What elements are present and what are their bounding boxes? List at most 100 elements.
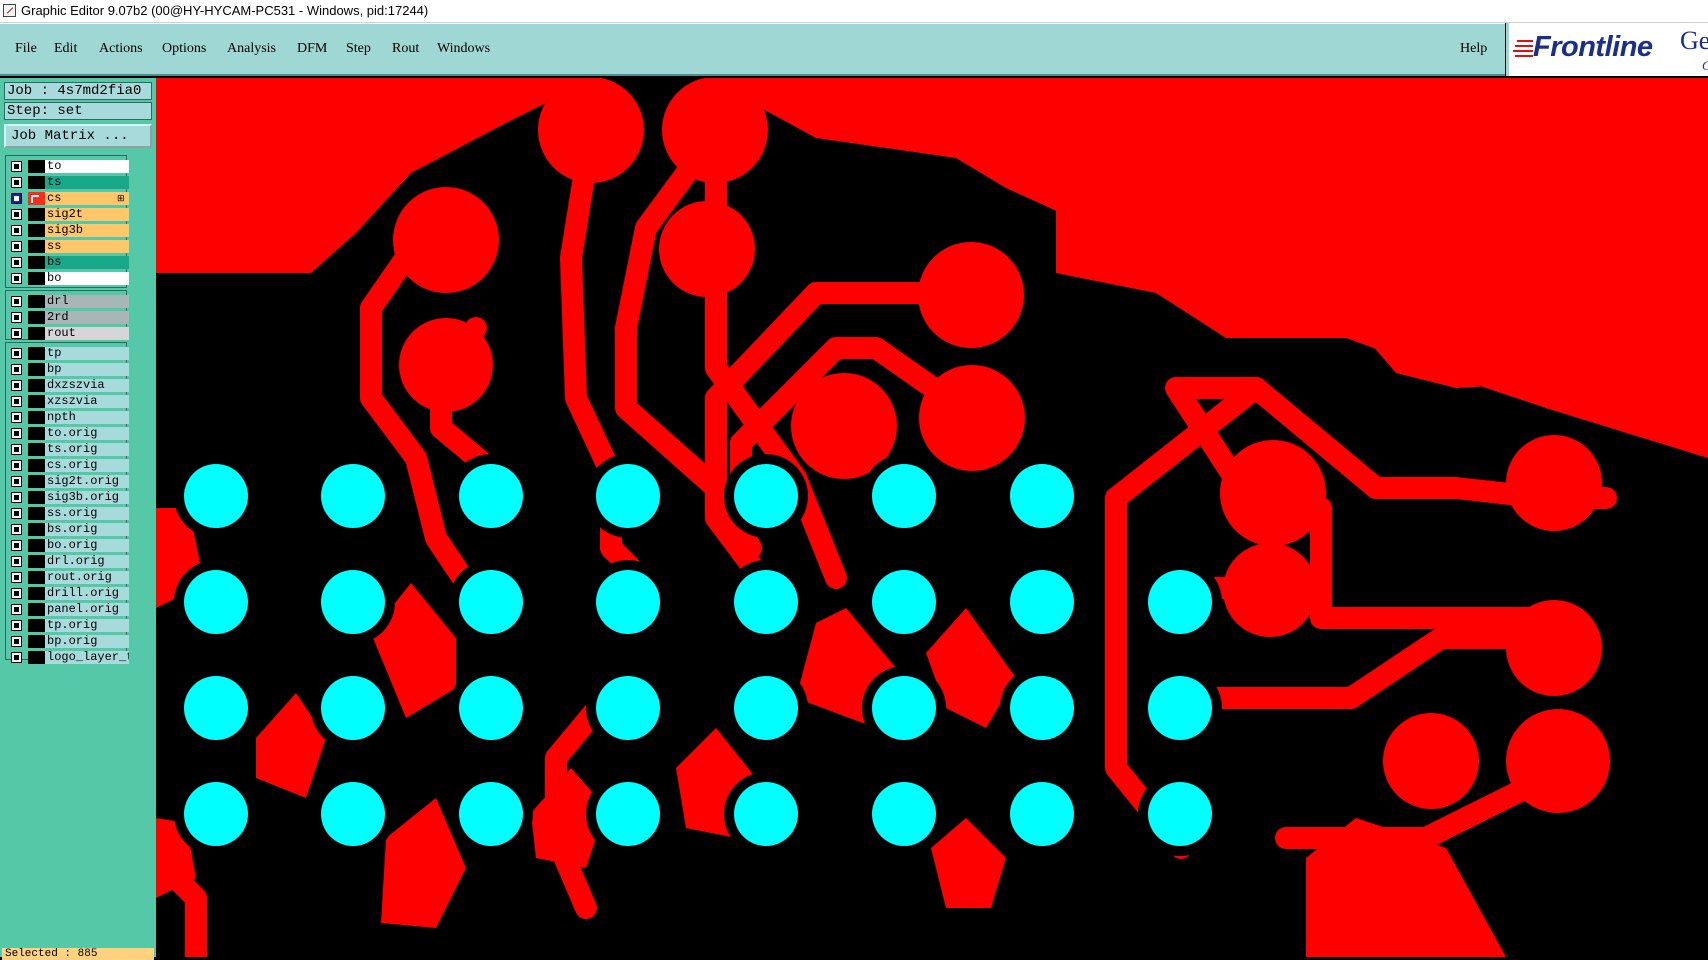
layer-row-dxzszvia[interactable]: dxzszvia (6, 377, 129, 393)
layer-affected-cell[interactable] (28, 427, 45, 440)
layer-checkbox[interactable] (11, 460, 22, 471)
layer-affected-cell[interactable] (28, 475, 45, 488)
layer-affected-cell[interactable] (28, 555, 45, 568)
layer-checkbox[interactable] (11, 524, 22, 535)
layer-affected-cell[interactable] (28, 272, 45, 285)
layer-affected-cell[interactable] (28, 379, 45, 392)
layer-row-to[interactable]: to (6, 158, 129, 174)
layer-name[interactable]: logo_layer_t (45, 651, 129, 664)
layer-row-ss.orig[interactable]: ss.orig (6, 505, 129, 521)
layer-row-ts[interactable]: ts (6, 174, 129, 190)
layer-affected-cell[interactable] (28, 240, 45, 253)
layer-checkbox[interactable] (11, 604, 22, 615)
layer-row-bp[interactable]: bp (6, 361, 129, 377)
layer-row-sig2t.orig[interactable]: sig2t.orig (6, 473, 129, 489)
layer-checkbox[interactable] (11, 396, 22, 407)
menu-help[interactable]: Help (1460, 41, 1487, 57)
layer-name[interactable]: bs.orig (45, 523, 129, 536)
layer-checkbox[interactable] (11, 348, 22, 359)
layer-name[interactable]: bp (45, 363, 129, 376)
layer-affected-cell[interactable] (28, 443, 45, 456)
layer-affected-cell[interactable] (28, 363, 45, 376)
layer-affected-cell[interactable] (28, 256, 45, 269)
layer-checkbox[interactable] (11, 273, 22, 284)
layer-affected-cell[interactable] (28, 539, 45, 552)
layer-affected-cell[interactable] (28, 571, 45, 584)
layer-name[interactable]: npth (45, 411, 129, 424)
menu-dfm[interactable]: DFM (297, 41, 327, 57)
layer-affected-cell[interactable] (28, 619, 45, 632)
menu-actions[interactable]: Actions (99, 41, 143, 57)
layer-checkbox[interactable] (11, 556, 22, 567)
layer-checkbox[interactable] (11, 225, 22, 236)
layer-row-sig2t[interactable]: sig2t (6, 206, 129, 222)
menu-analysis[interactable]: Analysis (227, 41, 276, 57)
layer-row-drill.orig[interactable]: drill.orig (6, 585, 129, 601)
menu-file[interactable]: File (15, 41, 37, 57)
layer-affected-cell[interactable] (28, 295, 45, 308)
layer-row-sig3b.orig[interactable]: sig3b.orig (6, 489, 129, 505)
menu-edit[interactable]: Edit (54, 41, 77, 57)
layer-affected-cell[interactable] (28, 395, 45, 408)
layer-name[interactable]: panel.orig (45, 603, 129, 616)
layer-affected-cell[interactable] (28, 224, 45, 237)
layer-name[interactable]: dxzszvia (45, 379, 129, 392)
layer-name[interactable]: sig3b.orig (45, 491, 129, 504)
layer-name[interactable]: sig2t (45, 208, 129, 221)
layer-row-ss[interactable]: ss (6, 238, 129, 254)
layer-checkbox[interactable] (11, 492, 22, 503)
layer-affected-cell[interactable] (28, 587, 45, 600)
layer-checkbox[interactable] (11, 296, 22, 307)
layer-row-npth[interactable]: npth (6, 409, 129, 425)
layer-checkbox[interactable] (11, 428, 22, 439)
layer-checkbox[interactable] (11, 193, 22, 204)
layer-row-tp[interactable]: tp (6, 345, 129, 361)
layer-checkbox[interactable] (11, 572, 22, 583)
layer-affected-cell[interactable] (28, 523, 45, 536)
layer-affected-cell[interactable] (28, 176, 45, 189)
layer-name[interactable]: cs.orig (45, 459, 129, 472)
layer-affected-cell[interactable] (28, 459, 45, 472)
layer-affected-cell[interactable] (28, 603, 45, 616)
layer-checkbox[interactable] (11, 241, 22, 252)
layer-name[interactable]: ss (45, 240, 129, 253)
layer-affected-cell[interactable] (28, 651, 45, 664)
layer-row-to.orig[interactable]: to.orig (6, 425, 129, 441)
menu-rout[interactable]: Rout (392, 41, 419, 57)
layer-checkbox[interactable] (11, 209, 22, 220)
layer-name[interactable]: to (45, 160, 129, 173)
layer-row-drl.orig[interactable]: drl.orig (6, 553, 129, 569)
layer-name[interactable]: drill.orig (45, 587, 129, 600)
job-matrix-button[interactable]: Job Matrix ... (4, 124, 152, 148)
layer-name[interactable]: ss.orig (45, 507, 129, 520)
layer-checkbox[interactable] (11, 652, 22, 663)
layer-row-bo.orig[interactable]: bo.orig (6, 537, 129, 553)
layer-name[interactable]: to.orig (45, 427, 129, 440)
graphics-canvas[interactable] (156, 78, 1708, 957)
work-layer-arrow-icon[interactable] (28, 192, 45, 205)
layer-name[interactable]: rout.orig (45, 571, 129, 584)
layer-affected-cell[interactable] (28, 160, 45, 173)
layer-name[interactable]: bo (45, 272, 129, 285)
layer-checkbox[interactable] (11, 312, 22, 323)
layer-affected-cell[interactable] (28, 347, 45, 360)
layer-affected-cell[interactable] (28, 208, 45, 221)
layer-checkbox[interactable] (11, 588, 22, 599)
layer-row-sig3b[interactable]: sig3b (6, 222, 129, 238)
layer-checkbox[interactable] (11, 444, 22, 455)
layer-name[interactable]: ts.orig (45, 443, 129, 456)
layer-affected-cell[interactable] (28, 311, 45, 324)
menu-windows[interactable]: Windows (437, 41, 490, 57)
layer-checkbox[interactable] (11, 620, 22, 631)
layer-name[interactable]: drl.orig (45, 555, 129, 568)
layer-name[interactable]: ts (45, 176, 129, 189)
layer-name[interactable]: 2rd (45, 311, 129, 324)
layer-row-logo_layer_t[interactable]: logo_layer_t (6, 649, 129, 665)
layer-checkbox[interactable] (11, 257, 22, 268)
layer-name[interactable]: xzszvia (45, 395, 129, 408)
layer-checkbox[interactable] (11, 540, 22, 551)
layer-name[interactable]: bp.orig (45, 635, 129, 648)
layer-row-cs[interactable]: cs ⊞ (6, 190, 129, 206)
layer-row-rout.orig[interactable]: rout.orig (6, 569, 129, 585)
layer-checkbox[interactable] (11, 636, 22, 647)
